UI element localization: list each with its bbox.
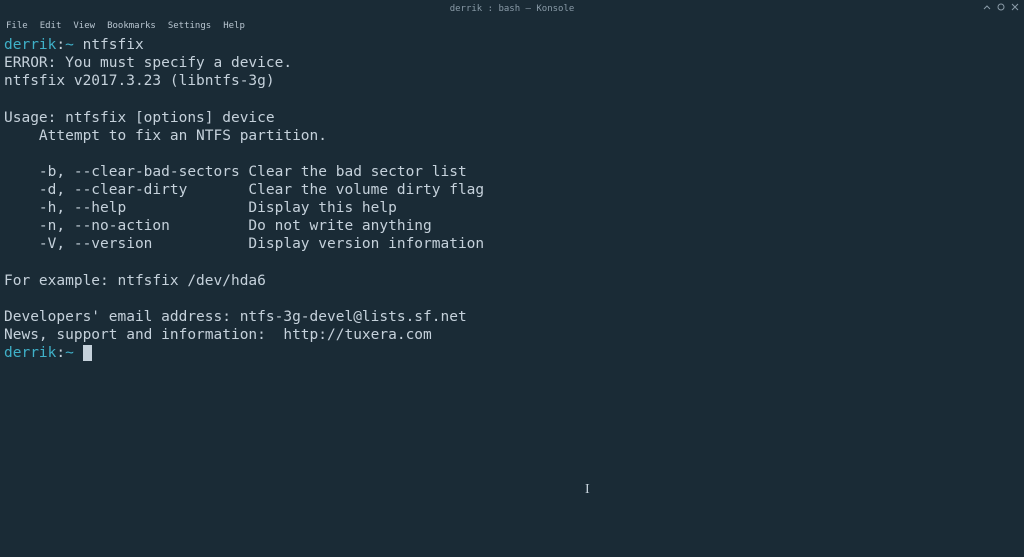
output-line: -d, --clear-dirty Clear the volume dirty… — [4, 182, 484, 198]
prompt-user: derrik — [4, 345, 56, 361]
menu-edit[interactable]: Edit — [40, 21, 62, 31]
terminal-area[interactable]: derrik:~ ntfsfix ERROR: You must specify… — [0, 34, 1024, 364]
menu-file[interactable]: File — [6, 21, 28, 31]
menu-bar: File Edit View Bookmarks Settings Help — [0, 18, 1024, 34]
prompt-separator: : — [56, 345, 65, 361]
menu-bookmarks[interactable]: Bookmarks — [107, 21, 156, 31]
prompt-path: ~ — [65, 37, 74, 53]
output-line: ntfsfix v2017.3.23 (libntfs-3g) — [4, 73, 275, 89]
output-line: Attempt to fix an NTFS partition. — [4, 128, 327, 144]
menu-view[interactable]: View — [73, 21, 95, 31]
output-line: Usage: ntfsfix [options] device — [4, 110, 275, 126]
output-line: -h, --help Display this help — [4, 200, 397, 216]
command-text: ntfsfix — [83, 37, 144, 53]
window-title: derrik : bash — Konsole — [450, 4, 575, 14]
window-controls — [982, 2, 1020, 12]
output-line: For example: ntfsfix /dev/hda6 — [4, 273, 266, 289]
text-cursor-icon: I — [585, 482, 590, 498]
output-line: Developers' email address: ntfs-3g-devel… — [4, 309, 467, 325]
output-line: -b, --clear-bad-sectors Clear the bad se… — [4, 164, 467, 180]
minimize-button[interactable] — [982, 2, 992, 12]
menu-settings[interactable]: Settings — [168, 21, 211, 31]
menu-help[interactable]: Help — [223, 21, 245, 31]
output-line: News, support and information: http://tu… — [4, 327, 432, 343]
terminal-cursor — [83, 345, 92, 361]
prompt-user: derrik — [4, 37, 56, 53]
prompt-path: ~ — [65, 345, 74, 361]
maximize-button[interactable] — [996, 2, 1006, 12]
close-button[interactable] — [1010, 2, 1020, 12]
output-line: -n, --no-action Do not write anything — [4, 218, 432, 234]
window-titlebar: derrik : bash — Konsole — [0, 0, 1024, 18]
output-line: -V, --version Display version informatio… — [4, 236, 484, 252]
output-line: ERROR: You must specify a device. — [4, 55, 292, 71]
prompt-separator: : — [56, 37, 65, 53]
